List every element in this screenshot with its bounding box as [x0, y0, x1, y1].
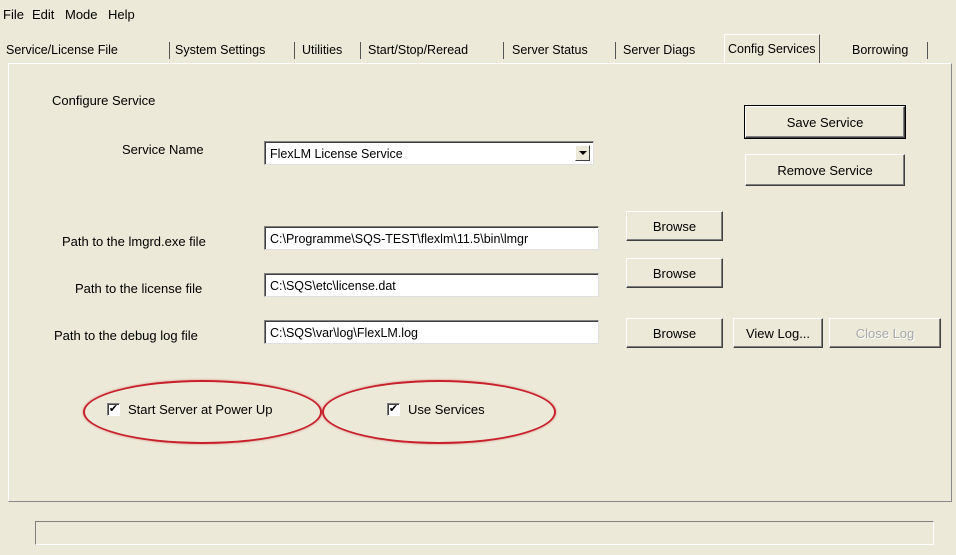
license-path-label: Path to the license file [75, 281, 203, 296]
lmgrd-path-value: C:\Programme\SQS-TEST\flexlm\11.5\bin\lm… [270, 232, 529, 246]
tab-utilities[interactable]: Utilities [299, 38, 345, 62]
service-name-value: FlexLM License Service [270, 147, 403, 161]
menu-bar: File Edit Mode Help [0, 0, 956, 30]
chevron-down-icon[interactable] [575, 145, 590, 161]
lmgrd-path-field[interactable]: C:\Programme\SQS-TEST\flexlm\11.5\bin\lm… [264, 226, 599, 250]
debug-log-path-label: Path to the debug log file [54, 328, 198, 343]
browse-license-button[interactable]: Browse [626, 258, 723, 288]
tab-divider [615, 42, 616, 59]
tab-divider [169, 42, 170, 59]
tab-divider [360, 42, 361, 59]
tab-config-services[interactable]: Config Services [724, 34, 820, 63]
view-log-button[interactable]: View Log... [733, 318, 823, 348]
remove-service-button[interactable]: Remove Service [745, 154, 905, 186]
close-log-button[interactable]: Close Log [829, 318, 941, 348]
browse-lmgrd-button[interactable]: Browse [626, 211, 723, 241]
highlight-ellipse [83, 380, 322, 444]
tab-server-status[interactable]: Server Status [509, 38, 591, 62]
debug-log-path-value: C:\SQS\var\log\FlexLM.log [270, 326, 418, 340]
status-bar [35, 521, 934, 545]
tab-divider [503, 42, 504, 59]
service-name-dropdown[interactable]: FlexLM License Service [264, 141, 594, 165]
menu-edit[interactable]: Edit [32, 7, 54, 22]
tab-divider [294, 42, 295, 59]
tab-divider [927, 42, 928, 59]
debug-log-path-field[interactable]: C:\SQS\var\log\FlexLM.log [264, 320, 599, 344]
license-path-value: C:\SQS\etc\license.dat [270, 279, 396, 293]
service-name-label: Service Name [122, 142, 204, 157]
tab-borrowing[interactable]: Borrowing [849, 38, 911, 62]
tab-system-settings[interactable]: System Settings [172, 38, 268, 62]
menu-help[interactable]: Help [108, 7, 135, 22]
menu-mode[interactable]: Mode [65, 7, 98, 22]
browse-debug-log-button[interactable]: Browse [626, 318, 723, 348]
save-service-button[interactable]: Save Service [744, 105, 906, 139]
menu-file[interactable]: File [3, 7, 24, 22]
tab-strip: Service/License File System Settings Uti… [0, 34, 956, 64]
tab-service-license-file[interactable]: Service/License File [3, 38, 121, 62]
tab-server-diags[interactable]: Server Diags [620, 38, 698, 62]
highlight-ellipse [322, 380, 556, 444]
tab-start-stop-reread[interactable]: Start/Stop/Reread [365, 38, 471, 62]
license-path-field[interactable]: C:\SQS\etc\license.dat [264, 273, 599, 297]
configure-service-heading: Configure Service [52, 93, 156, 108]
lmgrd-path-label: Path to the lmgrd.exe file [62, 234, 206, 249]
